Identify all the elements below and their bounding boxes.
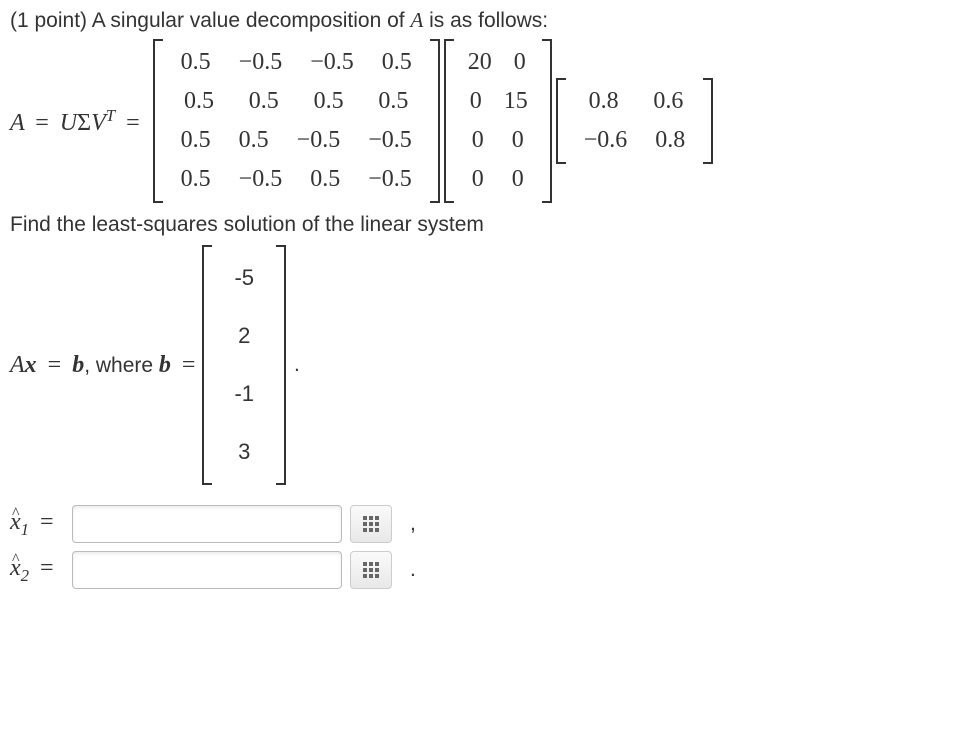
matrix-cell: 0.5 <box>170 82 228 121</box>
equals-1: = <box>35 110 49 136</box>
matrix-cell: −0.5 <box>354 121 426 160</box>
V-var: V <box>91 110 106 136</box>
U-matrix: 0.5−0.5−0.50.5 0.50.50.50.5 0.50.5−0.5−0… <box>153 39 440 203</box>
b-var-2: b <box>159 352 171 378</box>
T-sup: T <box>106 106 115 125</box>
xhat-2-label: ^ x2 = <box>10 555 72 586</box>
keypad-button-2[interactable] <box>350 551 392 589</box>
matrix-cell: −0.6 <box>570 121 642 160</box>
intro-tail: is as follows: <box>423 9 548 32</box>
sub-2: 2 <box>21 565 29 584</box>
xhat-1-label: ^ x1 = <box>10 509 72 540</box>
comma: , <box>84 354 96 377</box>
bracket-right <box>430 39 440 203</box>
input-wrap-1 <box>72 505 392 543</box>
matrix-cell: 15 <box>494 82 538 121</box>
matrix-cell: 0.6 <box>639 82 697 121</box>
vector-cell: 2 <box>220 307 268 365</box>
axb-lhs: Ax = b, where b = <box>10 352 200 379</box>
vector-cell: 3 <box>220 423 268 481</box>
points: (1 point) <box>10 9 87 32</box>
matrix-cell: 0.5 <box>368 43 426 82</box>
equals: = <box>40 555 54 581</box>
bracket-left <box>153 39 163 203</box>
intro-text: A singular value decomposition of <box>92 9 411 32</box>
matrix-body: 0.5−0.5−0.50.5 0.50.50.50.5 0.50.5−0.5−0… <box>163 39 430 203</box>
bracket-left <box>556 78 566 164</box>
equals-2: = <box>182 352 196 378</box>
matrix-cell: 20 <box>458 43 502 82</box>
x-var: x <box>25 352 37 378</box>
bracket-right <box>542 39 552 203</box>
hat-icon: ^ <box>12 505 20 523</box>
matrix-cell: 0.5 <box>364 82 422 121</box>
matrix-cell: 0.5 <box>225 121 283 160</box>
matrix-cell: 0.5 <box>167 121 225 160</box>
x1-input[interactable] <box>72 505 342 543</box>
find-text: Find the least-squares solution of the l… <box>10 213 970 237</box>
vector-cell: -1 <box>216 365 272 423</box>
matrix-cell: −0.5 <box>225 43 297 82</box>
bracket-left <box>202 245 212 485</box>
where-text: where <box>96 354 159 377</box>
Sigma-var: Σ <box>77 110 91 136</box>
answer-row-2: ^ x2 = . <box>10 551 970 589</box>
bracket-right <box>703 78 713 164</box>
matrix-cell: 0.5 <box>296 160 354 199</box>
bracket-right <box>276 245 286 485</box>
matrix-cell: 0.5 <box>167 160 225 199</box>
matrix-cell: −0.5 <box>296 43 368 82</box>
matrix-cell: −0.5 <box>225 160 297 199</box>
vector-cell: -5 <box>216 249 272 307</box>
hat-icon: ^ <box>12 551 20 569</box>
intro-var: A <box>410 8 423 32</box>
matrix-cell: 0 <box>458 82 494 121</box>
b-tail: . <box>294 353 300 377</box>
equals: = <box>48 352 62 378</box>
x2-input[interactable] <box>72 551 342 589</box>
A-var: A <box>10 110 24 136</box>
input-wrap-2 <box>72 551 392 589</box>
matrix-body: 200 015 00 00 <box>454 39 542 203</box>
matrix-cell: 0 <box>500 121 536 160</box>
svd-lhs: A = UΣVT = <box>10 106 145 137</box>
matrix-cell: 0 <box>460 160 496 199</box>
matrix-body: 0.80.6 −0.60.8 <box>566 78 704 164</box>
matrix-cell: 0.8 <box>572 82 636 121</box>
VT-matrix: 0.80.6 −0.60.8 <box>556 78 714 164</box>
equals-2: = <box>126 110 140 136</box>
matrix-cell: 0.5 <box>300 82 358 121</box>
matrix-cell: −0.5 <box>354 160 426 199</box>
keypad-button-1[interactable] <box>350 505 392 543</box>
problem-intro: (1 point) A singular value decomposition… <box>10 8 970 33</box>
b-vector-row: Ax = b, where b = -5 2 -1 3 . <box>10 245 970 485</box>
b-vector: -5 2 -1 3 <box>202 245 286 485</box>
period: . <box>410 558 416 582</box>
keypad-icon <box>363 562 379 578</box>
bracket-left <box>444 39 454 203</box>
sub-1: 1 <box>21 519 29 538</box>
matrix-cell: 0.5 <box>235 82 293 121</box>
A-var: A <box>10 352 25 378</box>
equals: = <box>40 509 54 535</box>
matrix-cell: 0 <box>500 160 536 199</box>
svd-equation: A = UΣVT = 0.5−0.5−0.50.5 0.50.50.50.5 0… <box>10 39 970 203</box>
matrix-body: -5 2 -1 3 <box>212 245 276 485</box>
comma: , <box>410 512 416 536</box>
keypad-icon <box>363 516 379 532</box>
b-var: b <box>72 352 84 378</box>
matrix-cell: 0 <box>502 43 538 82</box>
matrix-cell: 0.8 <box>641 121 699 160</box>
U-var: U <box>60 110 77 136</box>
answer-row-1: ^ x1 = , <box>10 505 970 543</box>
matrix-cell: −0.5 <box>283 121 355 160</box>
matrix-cell: 0.5 <box>167 43 225 82</box>
matrix-cell: 0 <box>460 121 496 160</box>
Sigma-matrix: 200 015 00 00 <box>444 39 552 203</box>
